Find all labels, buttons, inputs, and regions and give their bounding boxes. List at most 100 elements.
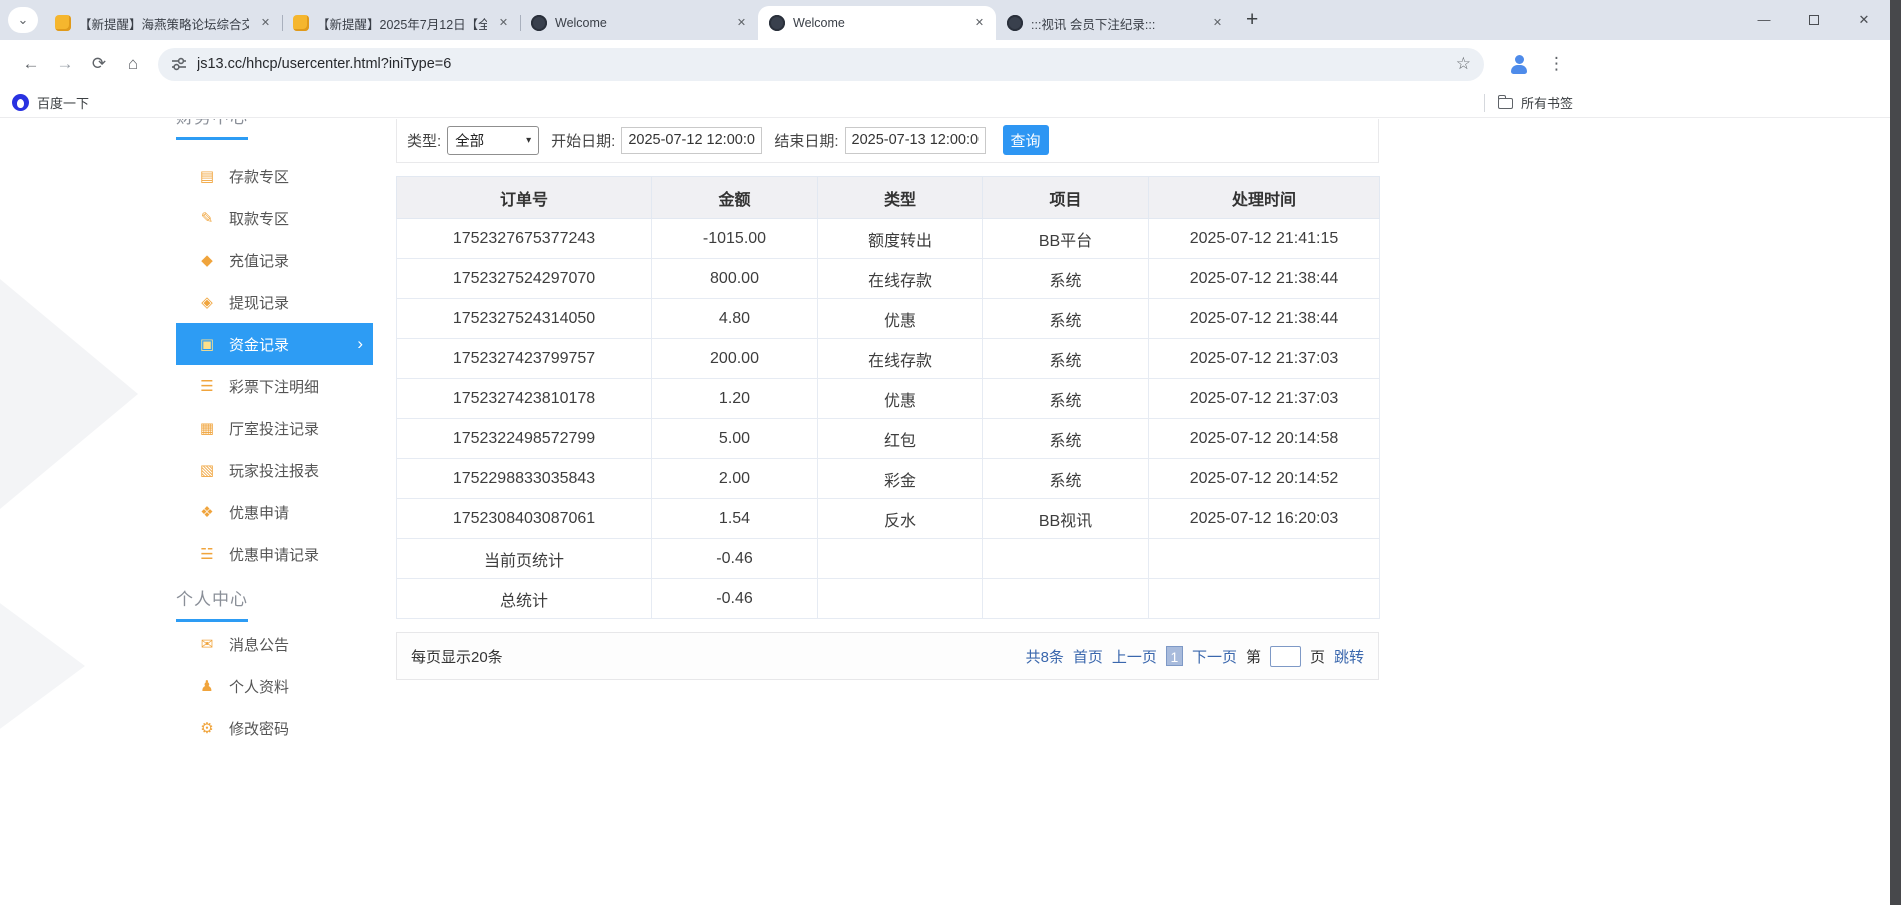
column-header: 类型 <box>818 177 983 219</box>
pager: 共8条 首页 上一页 1 下一页 第 页 跳转 <box>1026 646 1364 667</box>
start-date-input[interactable] <box>621 127 762 154</box>
sidebar-item[interactable]: ☰ 彩票下注明细 › <box>176 365 373 407</box>
table-cell: 1752327423799757 <box>397 339 652 379</box>
sidebar-section-title: 个人中心 <box>176 585 248 622</box>
sidebar-item[interactable]: ☱ 优惠申请记录 › <box>176 533 373 575</box>
chevron-right-icon: › <box>357 334 363 354</box>
table-cell: 200.00 <box>652 339 818 379</box>
close-button[interactable]: ✕ <box>1856 11 1872 29</box>
table-row: 17523224985727995.00红包系统2025-07-12 20:14… <box>397 419 1380 459</box>
sidebar-item-label: 彩票下注明细 <box>229 376 319 397</box>
prev-page-link[interactable]: 上一页 <box>1112 646 1157 667</box>
table-cell: 800.00 <box>652 259 818 299</box>
table-row: 1752327675377243-1015.00额度转出BB平台2025-07-… <box>397 219 1380 259</box>
browser-tab[interactable]: :::视讯 会员下注纪录::: ✕ <box>996 6 1234 40</box>
table-cell <box>818 579 983 619</box>
back-button[interactable]: ← <box>14 54 48 74</box>
sidebar-item[interactable]: ◆ 充值记录 › <box>176 239 373 281</box>
table-cell: 2025-07-12 21:37:03 <box>1149 379 1380 419</box>
end-date-input[interactable] <box>845 127 986 154</box>
window-controls: — ✕ <box>1756 11 1872 29</box>
sidebar: 财务中心 ▤ 存款专区 › ✎ 取款专区 › ◆ 充值记录 › ◈ 提现记录 ›… <box>176 119 373 749</box>
tabs-container: 【新提醒】海燕策略论坛综合交 ✕ 【新提醒】2025年7月12日【全 ✕ Wel… <box>44 0 1234 40</box>
divider <box>1484 94 1485 112</box>
main-panel: 类型: 全部 ▾ 开始日期: 结束日期: 查询 订单号金额类型项目处理时间 17 <box>396 119 1379 680</box>
page-suffix-label: 页 <box>1310 646 1325 667</box>
deposit-card-icon: ▤ <box>198 167 216 185</box>
type-select[interactable]: 全部 ▾ <box>447 126 539 155</box>
table-cell: 2025-07-12 20:14:52 <box>1149 459 1380 499</box>
sidebar-item[interactable]: ▦ 厅室投注记录 › <box>176 407 373 449</box>
sidebar-section: 个人中心 ✉ 消息公告 › ♟ 个人资料 › ⚙ 修改密码 › <box>176 585 373 749</box>
tab-close-icon[interactable]: ✕ <box>733 15 750 32</box>
sidebar-item[interactable]: ▤ 存款专区 › <box>176 155 373 197</box>
first-page-link[interactable]: 首页 <box>1073 646 1103 667</box>
browser-tab[interactable]: Welcome ✕ <box>520 6 758 40</box>
person-icon: ♟ <box>198 677 216 695</box>
tab-search-button[interactable]: ⌄ <box>8 7 38 33</box>
sidebar-item[interactable]: ▣ 资金记录 › <box>176 323 373 365</box>
tab-close-icon[interactable]: ✕ <box>971 15 988 32</box>
sidebar-item[interactable]: ✎ 取款专区 › <box>176 197 373 239</box>
table-cell <box>983 579 1149 619</box>
table-cell <box>818 539 983 579</box>
all-bookmarks-button[interactable]: 所有书签 <box>1484 88 1573 117</box>
site-settings-icon[interactable] <box>171 56 187 72</box>
table-cell: 总统计 <box>397 579 652 619</box>
table-cell: 1752298833035843 <box>397 459 652 499</box>
chevron-down-icon: ⌄ <box>18 12 29 28</box>
table-cell: 1752327524314050 <box>397 299 652 339</box>
browser-menu-icon[interactable]: ⋮ <box>1548 54 1565 74</box>
page-number-input[interactable] <box>1270 646 1301 667</box>
home-button[interactable]: ⌂ <box>116 54 150 74</box>
sidebar-item-label: 个人资料 <box>229 676 289 697</box>
jump-link[interactable]: 跳转 <box>1334 646 1364 667</box>
filter-bar: 类型: 全部 ▾ 开始日期: 结束日期: 查询 <box>396 119 1379 163</box>
browser-toolbar: ← → ⟳ ⌂ js13.cc/hhcp/usercenter.html?ini… <box>0 40 1890 88</box>
table-cell: 2025-07-12 16:20:03 <box>1149 499 1380 539</box>
table-cell: -1015.00 <box>652 219 818 259</box>
new-tab-button[interactable]: + <box>1246 12 1258 28</box>
sidebar-item[interactable]: ◈ 提现记录 › <box>176 281 373 323</box>
tab-close-icon[interactable]: ✕ <box>1209 15 1226 32</box>
table-row: 1752327423799757200.00在线存款系统2025-07-12 2… <box>397 339 1380 379</box>
sidebar-item[interactable]: ❖ 优惠申请 › <box>176 491 373 533</box>
funds-record-icon: ▣ <box>198 335 216 353</box>
gift-icon: ❖ <box>198 503 216 521</box>
url-text[interactable]: js13.cc/hhcp/usercenter.html?iniType=6 <box>197 56 1446 72</box>
bookmark-star-icon[interactable]: ☆ <box>1456 54 1471 74</box>
maximize-button[interactable] <box>1806 11 1822 29</box>
forward-button[interactable]: → <box>48 54 82 74</box>
next-page-link[interactable]: 下一页 <box>1192 646 1237 667</box>
profile-avatar-icon[interactable] <box>1506 51 1532 77</box>
bookmark-item[interactable]: 百度一下 <box>37 93 89 112</box>
adjacent-window-edge <box>1890 0 1901 905</box>
column-header: 订单号 <box>397 177 652 219</box>
table-cell: 优惠 <box>818 299 983 339</box>
table-cell: 5.00 <box>652 419 818 459</box>
table-cell: 系统 <box>983 259 1149 299</box>
table-row: 17523275243140504.80优惠系统2025-07-12 21:38… <box>397 299 1380 339</box>
table-cell: 2025-07-12 21:38:44 <box>1149 299 1380 339</box>
document-icon: ☰ <box>198 377 216 395</box>
sidebar-items: ✉ 消息公告 › ♟ 个人资料 › ⚙ 修改密码 › <box>176 623 373 749</box>
search-button[interactable]: 查询 <box>1003 125 1049 155</box>
bookmarks-bar: 百度一下 所有书签 <box>0 88 1890 118</box>
browser-tab[interactable]: 【新提醒】海燕策略论坛综合交 ✕ <box>44 6 282 40</box>
sidebar-item[interactable]: ⚙ 修改密码 › <box>176 707 373 749</box>
browser-tab[interactable]: 【新提醒】2025年7月12日【全 ✕ <box>282 6 520 40</box>
tab-close-icon[interactable]: ✕ <box>257 15 274 32</box>
address-bar[interactable]: js13.cc/hhcp/usercenter.html?iniType=6 ☆ <box>158 48 1484 81</box>
browser-tab[interactable]: Welcome ✕ <box>758 6 996 40</box>
sidebar-item[interactable]: ♟ 个人资料 › <box>176 665 373 707</box>
refresh-button[interactable]: ⟳ <box>82 54 116 74</box>
sidebar-item[interactable]: ▧ 玩家投注报表 › <box>176 449 373 491</box>
sidebar-item[interactable]: ✉ 消息公告 › <box>176 623 373 665</box>
moneybag-icon: ◆ <box>198 251 216 269</box>
table-body: 1752327675377243-1015.00额度转出BB平台2025-07-… <box>397 219 1380 619</box>
table-cell: 彩金 <box>818 459 983 499</box>
maximize-icon <box>1809 15 1819 25</box>
minimize-button[interactable]: — <box>1756 11 1772 29</box>
table-row: 17523084030870611.54反水BB视讯2025-07-12 16:… <box>397 499 1380 539</box>
tab-close-icon[interactable]: ✕ <box>495 15 512 32</box>
